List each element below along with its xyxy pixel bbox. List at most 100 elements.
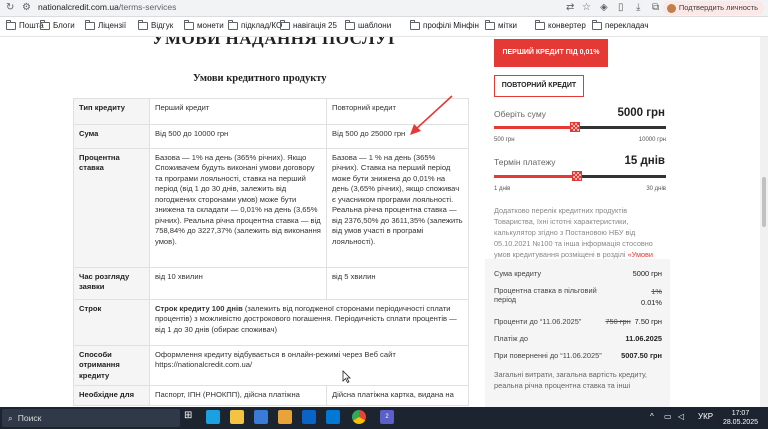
url-field[interactable]: nationalcredit.com.ua/terms-services: [38, 2, 176, 12]
summary-row: Платіж до 11.06.2025: [494, 334, 662, 343]
amount-max: 10000 грн: [638, 137, 666, 143]
bookmark-item[interactable]: монети: [184, 19, 224, 30]
summary-row: Процентна ставка в пільговий період 1% 0.…: [494, 286, 662, 308]
folder-icon: [184, 19, 194, 30]
amount-label: Оберіть суму: [494, 109, 547, 119]
section-subtitle: Умови кредитного продукту: [193, 73, 327, 84]
bookmark-item[interactable]: Ліцензії: [85, 19, 126, 30]
extensions-icon[interactable]: ◈: [600, 2, 608, 14]
translate-icon[interactable]: ⇄: [566, 2, 574, 14]
annotation-arrow-icon: [410, 95, 453, 135]
bookmark-item[interactable]: підклад/КО: [228, 19, 282, 30]
cell-first: Від 500 до 10000 грн: [149, 124, 327, 149]
credit-terms-table: Тип кредиту Перший кредит Повторний кред…: [73, 98, 469, 407]
chrome-icon[interactable]: [352, 410, 366, 424]
first-credit-button[interactable]: ПЕРШИЙ КРЕДИТ ПІД 0,01%: [494, 39, 608, 67]
taskbar-search[interactable]: ⌕ Поиск: [2, 409, 180, 427]
folder-icon: [485, 19, 495, 30]
language-indicator[interactable]: УКР: [698, 412, 713, 421]
summary-row: Проценти до “11.06.2025” 750 грн 7.50 грн: [494, 317, 662, 326]
summary-footer: Загальні витрати, загальна вартість кред…: [494, 370, 647, 391]
amount-slider-fill: [494, 126, 575, 129]
bookmark-item[interactable]: профілі Мінфін: [410, 19, 479, 30]
cell-repeat: Базова — 1 % на день (365% річних). Став…: [326, 148, 469, 268]
edge-icon[interactable]: [206, 410, 220, 424]
row-key: Тип кредиту: [73, 98, 150, 125]
folder-icon: [6, 19, 16, 30]
summary-row: Сума кредиту 5000 грн: [494, 269, 662, 278]
bookmark-item[interactable]: Відгук: [138, 19, 173, 30]
table-row: Необхідне для Паспорт, ІПН (РНОКПП), дій…: [73, 385, 469, 407]
folder-icon: [592, 19, 602, 30]
page-scrollbar[interactable]: [760, 37, 768, 407]
confirm-identity-button[interactable]: Подтвердить личность: [662, 1, 764, 15]
folder-icon[interactable]: [278, 410, 292, 424]
folder-icon: [535, 19, 545, 30]
table-row: Строк Строк кредиту 100 днів (залежить в…: [73, 299, 469, 346]
repeat-credit-button[interactable]: ПОВТОРНИЙ КРЕДИТ: [494, 75, 584, 97]
search-icon: ⌕: [8, 412, 13, 423]
bookmark-item[interactable]: шаблони: [345, 19, 391, 30]
page-content: УМОВИ НАДАННЯ ПОСЛУГ Умови кредитного пр…: [0, 37, 768, 407]
scrollbar-thumb[interactable]: [762, 177, 766, 227]
teams-icon[interactable]: 2: [380, 410, 394, 424]
sidebar-icon[interactable]: ▯: [618, 2, 624, 14]
bookmark-item[interactable]: конвертер: [535, 19, 586, 30]
row-key: Способи отримання кредиту: [73, 344, 150, 387]
folder-icon: [280, 19, 290, 30]
folder-icon: [40, 19, 50, 30]
address-bar: ↻ ⚙ nationalcredit.com.ua/terms-services…: [0, 0, 768, 17]
task-view-icon[interactable]: ⊞: [184, 410, 198, 424]
row-key: Процентна ставка: [73, 148, 150, 268]
loan-summary: Сума кредиту 5000 грн Процентна ставка в…: [485, 259, 670, 407]
site-info-icon[interactable]: ⚙: [22, 2, 31, 14]
folder-icon: [345, 19, 355, 30]
term-min: 1 днів: [494, 186, 511, 192]
cell-first: від 10 хвилин: [149, 267, 327, 300]
folder-icon: [228, 19, 238, 30]
bookmark-star-icon[interactable]: ☆: [582, 2, 591, 14]
translate-page-icon[interactable]: ⧉: [652, 2, 659, 14]
taskbar: ⌕ Поиск ⊞ 2 ^ ▭ ◁ УКР 17:07 28.05.2025: [0, 407, 768, 429]
file-explorer-icon[interactable]: [230, 410, 244, 424]
amount-slider-handle[interactable]: [569, 122, 580, 132]
folder-icon: [85, 19, 95, 30]
clock[interactable]: 17:07 28.05.2025: [723, 409, 758, 427]
bookmark-item[interactable]: Блоги: [40, 19, 75, 30]
mouse-cursor-icon: [342, 370, 351, 383]
volume-icon[interactable]: ◁: [678, 412, 684, 421]
download-icon[interactable]: ⤓: [636, 2, 640, 14]
column-first: Перший кредит: [149, 98, 327, 125]
cell-repeat: від 5 хвилин: [326, 267, 469, 300]
amount-min: 500 грн: [494, 137, 515, 143]
folder-icon: [138, 19, 148, 30]
tray-chevron-icon[interactable]: ^: [650, 412, 654, 421]
avatar: [666, 3, 676, 13]
mail-icon[interactable]: [302, 410, 316, 424]
table-row: Час розгляду заявки від 10 хвилин від 5 …: [73, 267, 469, 300]
network-icon[interactable]: ▭: [664, 412, 672, 421]
cell-first: Базова — 1% на день (365% річних). Якщо …: [149, 148, 327, 268]
amount-slider[interactable]: [494, 122, 666, 132]
row-key: Необхідне для: [73, 385, 150, 407]
bookmark-item[interactable]: мітки: [485, 19, 517, 30]
term-value: 15 днів: [624, 155, 666, 167]
cell-term: Строк кредиту 100 днів (залежить від пог…: [149, 299, 469, 346]
reload-icon[interactable]: ↻: [6, 2, 14, 14]
bookmark-item[interactable]: Пошта: [6, 19, 44, 30]
table-row: Способи отримання кредиту Оформлення кре…: [73, 344, 469, 387]
term-max: 30 днів: [646, 186, 666, 192]
bookmark-item[interactable]: навігація 25: [280, 19, 337, 30]
table-row: Процентна ставка Базова — 1% на день (36…: [73, 148, 469, 268]
cell-method: Оформлення кредиту відбувається в онлайн…: [149, 344, 469, 387]
folder-icon: [410, 19, 420, 30]
term-slider[interactable]: [494, 171, 666, 181]
term-label: Термін платежу: [494, 157, 556, 167]
outlook-icon[interactable]: [326, 410, 340, 424]
loan-calculator: ПЕРШИЙ КРЕДИТ ПІД 0,01% ПОВТОРНИЙ КРЕДИТ…: [485, 37, 670, 407]
bookmark-item[interactable]: перекладач: [592, 19, 649, 30]
cell-repeat: Дійсна платіжна картка, видана на: [326, 385, 469, 407]
term-slider-handle[interactable]: [571, 171, 582, 181]
store-icon[interactable]: [254, 410, 268, 424]
amount-value: 5000 грн: [617, 107, 665, 119]
